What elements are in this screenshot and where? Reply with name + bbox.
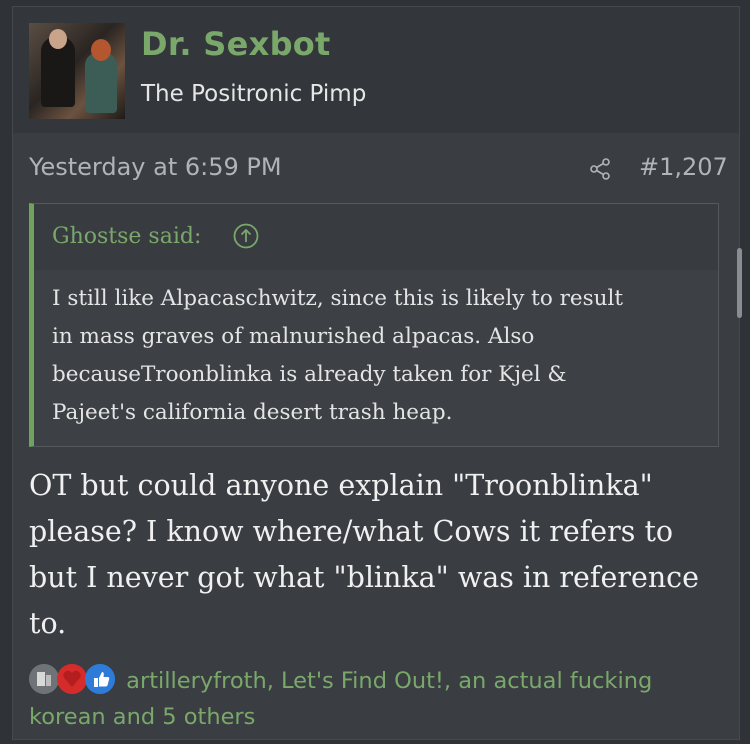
scrollbar-thumb[interactable] <box>737 248 742 318</box>
user-avatar[interactable] <box>29 23 125 119</box>
body-line: but I never got what "blinka" was in ref… <box>29 561 700 594</box>
body-line: please? I know where/what Cows it refers… <box>29 515 674 548</box>
quote-attribution[interactable]: Ghostse said: <box>52 224 201 249</box>
share-icon[interactable] <box>588 157 612 181</box>
post-user-header: Dr. Sexbot The Positronic Pimp <box>13 7 739 133</box>
reactions-users[interactable]: artilleryfroth, Let's Find Out!, an actu… <box>126 668 652 694</box>
reaction-icons <box>29 664 119 694</box>
like-reaction-icon <box>85 664 115 694</box>
post-timestamp[interactable]: Yesterday at 6:59 PM <box>29 153 282 181</box>
dumb-reaction-icon <box>29 664 59 694</box>
arrow-up-circle-icon[interactable] <box>232 222 260 250</box>
quote-line: in mass graves of malnurished alpacas. A… <box>52 324 535 349</box>
post-number-link[interactable]: #1,207 <box>639 153 728 181</box>
heart-reaction-icon <box>57 664 87 694</box>
quote-block: Ghostse said: I still like Alpacaschwitz… <box>29 203 719 447</box>
quote-line: I still like Alpacaschwitz, since this i… <box>52 286 623 311</box>
quote-line: becauseTroonblinka is already taken for … <box>52 362 567 387</box>
body-line: to. <box>29 607 67 640</box>
reactions-bar[interactable]: artilleryfroth, Let's Find Out!, an actu… <box>29 663 729 735</box>
forum-post: Dr. Sexbot The Positronic Pimp Yesterday… <box>12 6 740 740</box>
post-body: OT but could anyone explain "Troonblinka… <box>29 463 729 647</box>
username-link[interactable]: Dr. Sexbot <box>141 25 331 63</box>
user-title: The Positronic Pimp <box>141 81 367 107</box>
body-line: OT but could anyone explain "Troonblinka… <box>29 469 653 502</box>
quote-text: I still like Alpacaschwitz, since this i… <box>52 280 712 432</box>
quote-header: Ghostse said: <box>34 204 718 270</box>
reactions-users-more[interactable]: korean and 5 others <box>29 699 729 735</box>
quote-line: Pajeet's california desert trash heap. <box>52 400 453 425</box>
